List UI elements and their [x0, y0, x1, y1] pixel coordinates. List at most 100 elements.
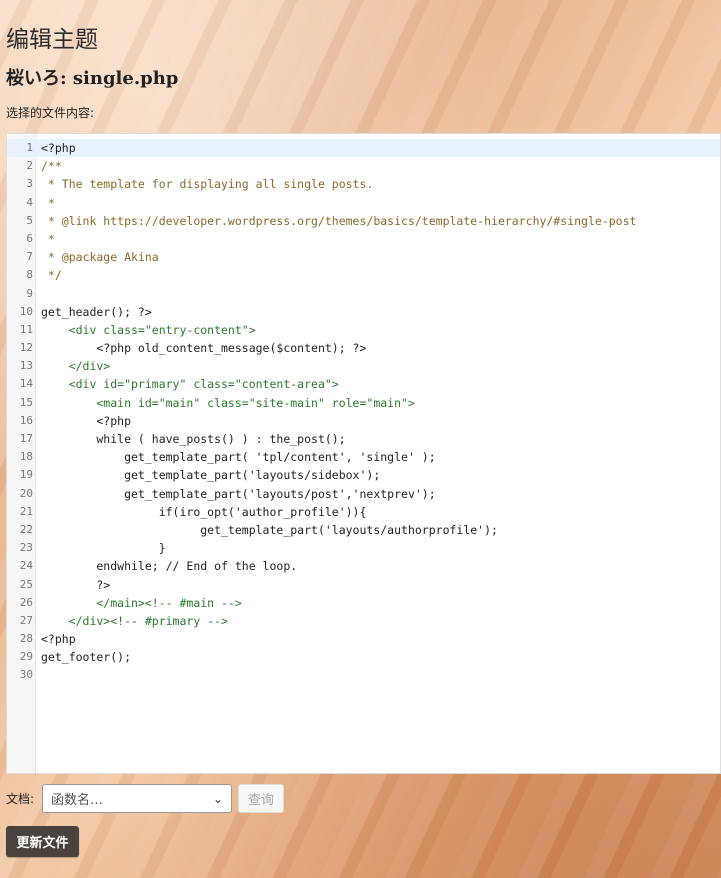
line-number: 7	[26, 250, 33, 264]
line-number: 9	[26, 286, 33, 300]
code-text: get_header(); ?>	[41, 304, 152, 319]
code-line[interactable]: 30	[7, 666, 720, 684]
code-line[interactable]: 2 /**	[7, 157, 720, 175]
selected-file-label: 选择的文件内容:	[6, 106, 95, 120]
code-text: <?php	[41, 632, 76, 647]
page-title: 编辑主题	[6, 27, 98, 53]
code-text: *	[41, 231, 55, 246]
code-text: endwhile; // End of the loop.	[41, 559, 298, 574]
line-number: 22	[19, 522, 33, 536]
line-number: 15	[19, 395, 33, 409]
code-line[interactable]: 12 <?php old_content_message($content); …	[7, 339, 720, 357]
code-line[interactable]: 29 get_footer();	[7, 648, 720, 666]
code-text: get_template_part('layouts/sidebox');	[41, 468, 381, 483]
code-line[interactable]: 13 </div>	[7, 357, 720, 375]
code-line[interactable]: 11 <div class="entry-content">	[7, 321, 720, 339]
code-text: */	[41, 268, 62, 283]
code-text: get_template_part('layouts/post','nextpr…	[41, 486, 436, 501]
code-text: <?php	[41, 141, 76, 155]
line-number: 16	[19, 413, 33, 427]
code-line[interactable]: 28 <?php	[7, 630, 720, 648]
code-line[interactable]: 19 get_template_part('layouts/sidebox');	[7, 466, 720, 484]
line-number: 2	[26, 159, 33, 173]
code-line[interactable]: 5 * @link https://developer.wordpress.or…	[7, 212, 720, 230]
line-number: 6	[26, 231, 33, 245]
code-text: if(iro_opt('author_profile')){	[41, 504, 367, 519]
line-number: 14	[19, 377, 33, 391]
code-text: *	[41, 195, 55, 210]
code-text: <?php old_content_message($content); ?>	[41, 341, 367, 356]
line-number: 12	[19, 341, 33, 355]
code-text: ?>	[41, 577, 111, 592]
line-number: 19	[19, 468, 33, 482]
code-line[interactable]: 27 </div><!-- #primary -->	[7, 612, 720, 630]
code-line[interactable]: 20 get_template_part('layouts/post','nex…	[7, 485, 720, 503]
code-line[interactable]: 23 }	[7, 539, 720, 557]
line-number: 4	[26, 195, 33, 209]
code-text: <?php	[41, 413, 132, 428]
line-number: 5	[26, 213, 33, 227]
code-line[interactable]: 18 get_template_part( 'tpl/content', 'si…	[7, 448, 720, 466]
code-editor[interactable]: 1 <?php 2/** 3 * The template for displayin…	[6, 133, 721, 774]
line-number: 29	[19, 650, 33, 664]
code-line[interactable]: 17 while ( have_posts() ) : the_post();	[7, 430, 720, 448]
code-text: <div class="entry-content">	[41, 322, 256, 337]
code-text: get_template_part('layouts/authorprofile…	[41, 522, 498, 537]
code-line[interactable]: 1 <?php	[7, 139, 720, 158]
code-line[interactable]: 26 </main><!-- #main -->	[7, 594, 720, 612]
code-line[interactable]: 15 <main id="main" class="site-main" rol…	[7, 394, 720, 412]
line-number: 1	[26, 141, 33, 154]
line-number: 10	[19, 304, 33, 318]
code-lines[interactable]: 1 <?php 2/** 3 * The template for displayin…	[7, 139, 720, 685]
function-name-select-value: 函数名…	[51, 793, 104, 808]
line-number: 8	[26, 268, 33, 282]
line-number: 3	[26, 177, 33, 191]
line-number: 17	[19, 432, 33, 445]
code-text: <main id="main" class="site-main" role="…	[41, 395, 415, 410]
code-line[interactable]: 3 * The template for displaying all sing…	[7, 175, 720, 193]
code-text: </main><!-- #main -->	[41, 595, 242, 610]
code-text: <div id="primary" class="content-area">	[41, 377, 339, 392]
chevron-down-icon: ⌄	[212, 791, 224, 806]
code-line[interactable]: 10 get_header(); ?>	[7, 303, 720, 321]
code-text: }	[41, 541, 166, 556]
line-number: 24	[19, 559, 33, 573]
code-line[interactable]: 6 *	[7, 230, 720, 248]
line-number: 18	[19, 450, 33, 464]
code-line[interactable]: 16 <?php	[7, 412, 720, 430]
line-number: 11	[19, 322, 33, 336]
documentation-row: 文档: 函数名… ⌄ 查询	[6, 784, 285, 813]
file-title: 桜いろ: single.php	[6, 68, 179, 89]
code-text: get_footer();	[41, 650, 132, 665]
update-file-button[interactable]: 更新文件	[6, 826, 79, 857]
code-line[interactable]: 7 * @package Akina	[7, 248, 720, 266]
code-text: * The template for displaying all single…	[41, 177, 374, 192]
code-text: * @link https://developer.wordpress.org/…	[41, 213, 637, 228]
code-line[interactable]: 25 ?>	[7, 576, 720, 594]
code-line[interactable]: 4 *	[7, 194, 720, 212]
code-line[interactable]: 14 <div id="primary" class="content-area…	[7, 375, 720, 393]
code-line[interactable]: 24 endwhile; // End of the loop.	[7, 557, 720, 575]
code-line[interactable]: 9	[7, 285, 720, 303]
line-number: 21	[19, 504, 33, 518]
line-number: 23	[19, 541, 33, 555]
query-button[interactable]: 查询	[238, 784, 285, 813]
code-text: while ( have_posts() ) : the_post();	[41, 432, 346, 446]
line-number: 13	[19, 359, 33, 373]
line-number: 28	[19, 632, 33, 646]
documentation-label: 文档:	[6, 792, 35, 806]
code-text: * @package Akina	[41, 250, 159, 265]
line-number: 20	[19, 486, 33, 500]
code-line[interactable]: 8 */	[7, 266, 720, 284]
code-text: get_template_part( 'tpl/content', 'singl…	[41, 450, 436, 465]
code-line[interactable]: 21 if(iro_opt('author_profile')){	[7, 503, 720, 521]
line-number: 26	[19, 595, 33, 609]
line-number: 27	[19, 613, 33, 627]
function-name-select[interactable]: 函数名… ⌄	[42, 784, 233, 813]
theme-editor-page: 编辑主题 桜いろ: single.php 选择的文件内容: 1 <?php 2 /**…	[0, 0, 721, 878]
code-line[interactable]: 22 get_template_part('layouts/authorprof…	[7, 521, 720, 539]
code-text: /**	[41, 159, 62, 174]
code-text: </div>	[41, 359, 111, 374]
line-number: 25	[19, 577, 33, 591]
line-number: 30	[19, 668, 33, 682]
